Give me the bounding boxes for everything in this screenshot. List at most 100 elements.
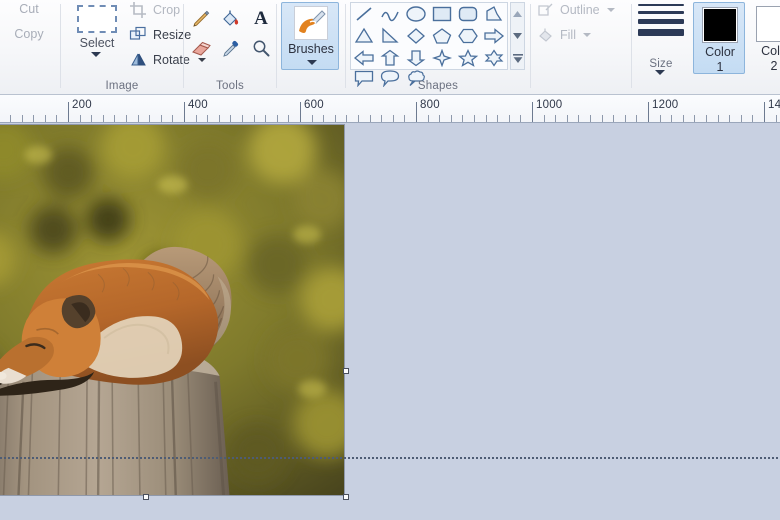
ruler-label: 400 [188, 99, 208, 111]
shape-hexagon[interactable] [455, 25, 481, 47]
ruler-minor-tick [22, 115, 23, 122]
shape-rectangle[interactable] [429, 3, 455, 25]
shape-six-point-star[interactable] [481, 47, 507, 69]
eraser-tool[interactable] [186, 34, 216, 64]
color-picker-tool[interactable] [216, 34, 246, 64]
pencil-tool[interactable] [186, 4, 216, 34]
shapes-scrollbar[interactable] [510, 2, 525, 70]
chevron-down-icon[interactable] [607, 8, 615, 12]
color2-label-line2: 2 [771, 59, 778, 73]
color2-label: Colo 2 [748, 44, 780, 74]
canvas-resize-handle-bottom[interactable] [143, 494, 149, 500]
fill-button[interactable]: Fill [537, 24, 591, 46]
horizontal-ruler: 20040060080010001200140 [0, 95, 780, 123]
shape-triangle[interactable] [351, 25, 377, 47]
crop-button[interactable]: Crop [129, 0, 180, 22]
ruler-major-tick [68, 102, 69, 122]
brushes-button[interactable]: Brushes [281, 2, 339, 70]
shape-oval[interactable] [403, 3, 429, 25]
ruler-minor-tick [776, 115, 777, 122]
ruler-label: 200 [72, 99, 92, 111]
ruler-minor-tick [404, 115, 405, 122]
show-all-shapes-button[interactable] [511, 48, 524, 68]
size-line-4 [638, 29, 684, 36]
shape-up-arrow[interactable] [377, 47, 403, 69]
color2-swatch[interactable] [756, 6, 780, 42]
outline-button[interactable]: Outline [537, 0, 615, 21]
text-tool[interactable]: A [246, 4, 276, 34]
shapes-gallery[interactable] [350, 2, 508, 70]
size-button[interactable] [638, 4, 684, 41]
ribbon-group-image: Select Crop Resize [61, 0, 183, 94]
shape-five-point-star[interactable] [455, 47, 481, 69]
eraser-icon [190, 38, 212, 60]
ruler-minor-tick [126, 115, 127, 122]
color2-button[interactable]: Colo 2 [748, 2, 780, 74]
color1-button[interactable]: Color 1 [693, 2, 745, 74]
ruler-minor-tick [474, 115, 475, 122]
ruler-minor-tick [497, 115, 498, 122]
shape-pentagon[interactable] [429, 25, 455, 47]
ribbon-group-shapes: Shapes [346, 0, 530, 94]
chevron-down-icon[interactable] [91, 52, 101, 57]
canvas-resize-handle-corner[interactable] [343, 494, 349, 500]
ribbon-toolbar: Cut Copy rd Select Crop [0, 0, 780, 95]
ruler-minor-tick [45, 115, 46, 122]
ruler-minor-tick [706, 115, 707, 122]
ruler-minor-tick [613, 115, 614, 122]
ruler-minor-tick [56, 115, 57, 122]
image-canvas[interactable] [0, 124, 345, 496]
ruler-minor-tick [277, 115, 278, 122]
shape-right-triangle[interactable] [377, 25, 403, 47]
ruler-minor-tick [509, 115, 510, 122]
select-icon[interactable] [77, 5, 117, 33]
ruler-minor-tick [358, 115, 359, 122]
ruler-minor-tick [602, 115, 603, 122]
chevron-down-icon[interactable] [655, 70, 665, 75]
shape-right-arrow[interactable] [481, 25, 507, 47]
shape-down-arrow[interactable] [403, 47, 429, 69]
ruler-minor-tick [346, 115, 347, 122]
outline-icon [537, 1, 555, 19]
ruler-minor-tick [230, 115, 231, 122]
canvas-workspace[interactable] [0, 123, 780, 520]
ruler-minor-tick [242, 115, 243, 122]
copy-button[interactable]: Copy [0, 27, 58, 41]
resize-icon [129, 26, 147, 44]
shape-curve[interactable] [377, 3, 403, 25]
crop-icon [129, 1, 147, 19]
chevron-down-icon[interactable] [307, 60, 317, 65]
cut-button[interactable]: Cut [0, 2, 58, 16]
ribbon-group-size: Size [632, 0, 690, 94]
canvas-resize-handle-right[interactable] [343, 368, 349, 374]
ruler-major-tick [532, 102, 533, 122]
resize-button[interactable]: Resize [129, 23, 191, 47]
select-button-label[interactable]: Select [65, 36, 129, 50]
outline-label: Outline [560, 3, 600, 17]
magnifier-tool[interactable] [246, 34, 276, 64]
shape-polygon[interactable] [481, 3, 507, 25]
fill-tool[interactable] [216, 4, 246, 34]
scroll-down-button[interactable] [511, 26, 524, 46]
scroll-up-button[interactable] [511, 4, 524, 24]
ruler-major-tick [184, 102, 185, 122]
ruler-minor-tick [683, 115, 684, 122]
color1-swatch[interactable] [702, 7, 738, 43]
chevron-down-icon[interactable] [583, 33, 591, 37]
ruler-minor-tick [636, 115, 637, 122]
ruler-minor-tick [91, 115, 92, 122]
shape-line[interactable] [351, 3, 377, 25]
fill-bucket-icon [537, 26, 555, 44]
ruler-minor-tick [694, 115, 695, 122]
ruler-minor-tick [439, 115, 440, 122]
ruler-minor-tick [161, 115, 162, 122]
ruler-minor-tick [103, 115, 104, 122]
shape-rounded-rectangle[interactable] [455, 3, 481, 25]
ribbon-group-outline-fill: Outline Fill [531, 0, 631, 94]
ruler-minor-tick [451, 115, 452, 122]
ruler-minor-tick [428, 115, 429, 122]
shape-diamond[interactable] [403, 25, 429, 47]
shape-four-point-star[interactable] [429, 47, 455, 69]
shape-left-arrow[interactable] [351, 47, 377, 69]
ruler-minor-tick [741, 115, 742, 122]
